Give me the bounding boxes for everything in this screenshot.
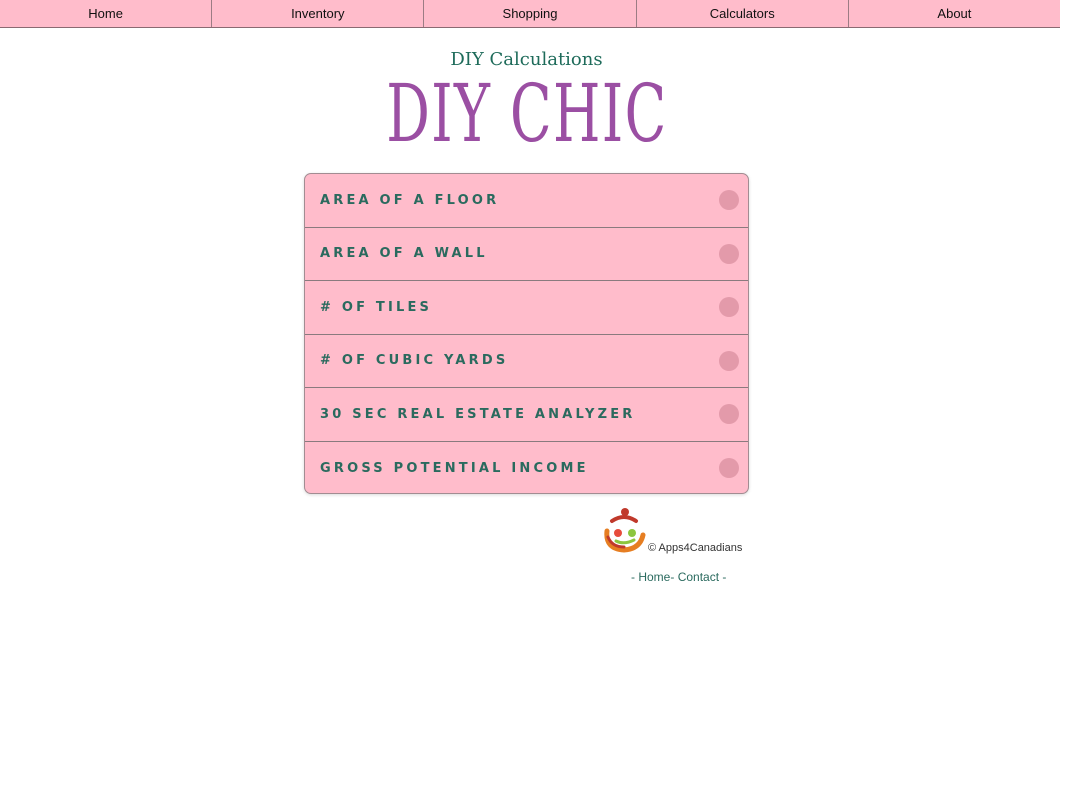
footer-home-link[interactable]: Home	[638, 570, 670, 584]
top-navigation-bar: Home Inventory Shopping Calculators Abou…	[0, 0, 1060, 28]
menu-item-label: 30 SEC REAL ESTATE ANALYZER	[320, 406, 636, 422]
nav-inventory[interactable]: Inventory	[212, 0, 425, 27]
menu-item-area-of-floor[interactable]: AREA OF A FLOOR	[305, 174, 748, 228]
menu-item-label: # OF CUBIC YARDS	[320, 353, 509, 369]
app-logo: DIY CHIC	[0, 66, 1053, 162]
menu-item-label: AREA OF A WALL	[320, 246, 488, 262]
menu-item-num-tiles[interactable]: # OF TILES	[305, 281, 748, 335]
footer-links: - Home- Contact -	[631, 570, 726, 584]
arrow-circle-icon	[719, 297, 739, 318]
footer-suffix: -	[719, 570, 727, 584]
footer-contact-link[interactable]: Contact	[678, 570, 719, 584]
arrow-circle-icon	[719, 190, 739, 211]
menu-item-cubic-yards[interactable]: # OF CUBIC YARDS	[305, 335, 748, 388]
menu-item-gross-potential-income[interactable]: GROSS POTENTIAL INCOME	[305, 442, 748, 494]
apps4canadians-logo-icon	[604, 508, 646, 553]
logo-text: DIY CHIC	[385, 67, 668, 160]
calculator-menu: AREA OF A FLOOR AREA OF A WALL # OF TILE…	[304, 173, 749, 494]
nav-calculators[interactable]: Calculators	[637, 0, 849, 27]
footer-separator: -	[670, 570, 678, 584]
arrow-circle-icon	[719, 350, 739, 371]
arrow-circle-icon	[719, 458, 739, 479]
arrow-circle-icon	[719, 404, 739, 425]
nav-shopping[interactable]: Shopping	[424, 0, 637, 27]
copyright-text: © Apps4Canadians	[648, 542, 743, 554]
nav-about[interactable]: About	[849, 0, 1060, 27]
nav-home[interactable]: Home	[0, 0, 213, 27]
menu-item-area-of-wall[interactable]: AREA OF A WALL	[305, 228, 748, 281]
menu-item-label: # OF TILES	[320, 299, 433, 315]
menu-item-label: AREA OF A FLOOR	[320, 192, 500, 208]
menu-item-label: GROSS POTENTIAL INCOME	[320, 460, 589, 476]
menu-item-real-estate-analyzer[interactable]: 30 SEC REAL ESTATE ANALYZER	[305, 388, 748, 442]
arrow-circle-icon	[719, 243, 739, 264]
